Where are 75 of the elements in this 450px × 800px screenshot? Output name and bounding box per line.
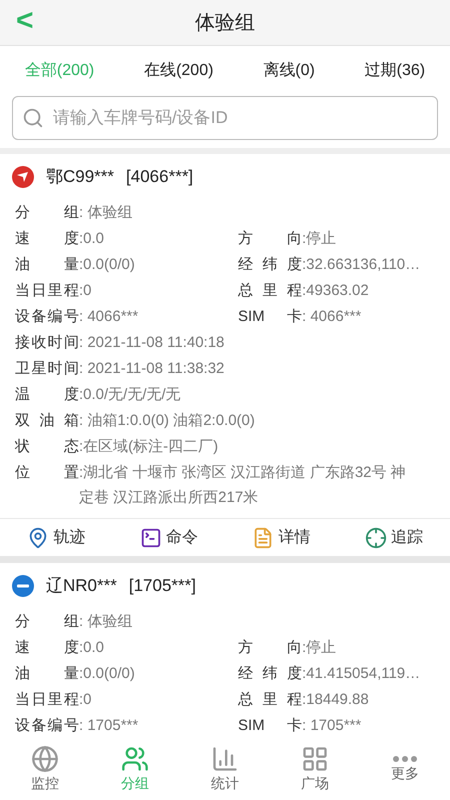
field-label: 总里程 — [238, 281, 302, 301]
field-value: : 油箱1:0.0(0) 油箱2:0.0(0) — [79, 411, 255, 431]
nav-tab[interactable]: 监控 — [15, 744, 75, 794]
field-label: 总里程 — [238, 690, 302, 710]
field-label: 方向 — [238, 638, 302, 658]
field-value: :0.0 — [79, 638, 104, 658]
nav-tab[interactable]: 广场 — [285, 744, 345, 794]
field-value: :0 — [79, 281, 92, 301]
field-value: :0 — [79, 690, 92, 710]
bar-chart-icon — [211, 744, 239, 772]
field-value: :18449.88 — [302, 690, 369, 710]
field-value: : 1705*** — [79, 716, 138, 736]
field-label: 卫星时间 — [15, 359, 79, 379]
field-label: 方向 — [238, 229, 302, 249]
page-title: 体验组 — [195, 10, 255, 36]
field-label: 位置 — [15, 463, 79, 483]
field-label: 当日里程 — [15, 281, 79, 301]
field-label: 设备编号 — [15, 307, 79, 327]
field-value: :停止 — [302, 229, 336, 249]
field-value: :0.0(0/0) — [79, 255, 135, 275]
group-icon — [121, 744, 149, 772]
search-icon — [22, 107, 44, 129]
vehicle-plate: 鄂C99*** — [46, 166, 114, 188]
nav-tab[interactable]: 更多 — [375, 754, 435, 784]
field-label: 温度 — [15, 385, 79, 405]
vehicle-plate: 辽NR0*** — [46, 575, 117, 598]
action-button[interactable]: 命令 — [140, 526, 198, 550]
field-value: :32.663136,110… — [302, 255, 420, 275]
field-label: SIM卡 — [238, 716, 302, 736]
field-label: 状态 — [15, 437, 79, 457]
field-value: :在区域(标注-四二厂) — [79, 437, 218, 457]
field-value: : 体验组 — [79, 203, 132, 223]
action-button[interactable]: 轨迹 — [27, 526, 86, 550]
field-label: 油量 — [15, 255, 79, 275]
field-value: :停止 — [302, 638, 336, 658]
action-button[interactable]: 追踪 — [364, 526, 423, 550]
nav-tab[interactable]: 统计 — [195, 744, 255, 794]
field-label: 分组 — [15, 612, 79, 632]
field-label: 经纬度 — [238, 664, 302, 684]
field-label: 当日里程 — [15, 690, 79, 710]
field-value: :湖北省 十堰市 张湾区 汉江路街道 广东路32号 神定巷 汉江路派出所西217米 — [79, 463, 407, 508]
field-value: : 4066*** — [79, 307, 138, 327]
field-label: SIM卡 — [238, 307, 302, 327]
field-label: 速度 — [15, 638, 79, 658]
field-label: 双油箱 — [15, 411, 79, 431]
field-label: 分组 — [15, 203, 79, 223]
field-value: : 体验组 — [79, 612, 132, 632]
field-value: : 2021-11-08 11:40:18 — [79, 333, 224, 353]
globe-icon — [31, 744, 59, 772]
device-id: [4066***] — [126, 166, 194, 188]
terminal-icon — [140, 526, 162, 548]
more-icon — [392, 754, 418, 762]
target-icon — [364, 526, 387, 548]
field-label: 接收时间 — [15, 333, 79, 353]
field-label: 经纬度 — [238, 255, 302, 275]
field-label: 设备编号 — [15, 716, 79, 736]
device-id: [1705***] — [128, 575, 196, 598]
field-label: 速度 — [15, 229, 79, 249]
field-value: :0.0(0/0) — [79, 664, 135, 684]
filter-tab[interactable]: 在线(200) — [144, 59, 214, 83]
field-value: :0.0 — [79, 229, 104, 249]
field-value: :0.0/无/无/无/无 — [79, 385, 181, 405]
filter-tab[interactable]: 离线(0) — [263, 59, 315, 83]
direction-icon — [12, 166, 34, 188]
field-value: : 1705*** — [302, 716, 362, 736]
action-button[interactable]: 详情 — [252, 526, 310, 550]
field-value: :41.415054,119… — [302, 664, 420, 684]
field-value: : 2021-11-08 11:38:32 — [79, 359, 224, 379]
grid-icon — [301, 744, 329, 772]
field-value: :49363.02 — [302, 281, 369, 301]
search-field[interactable]: 请输入车牌号码/设备ID — [12, 96, 438, 140]
field-label: 油量 — [15, 664, 79, 684]
filter-tab[interactable]: 过期(36) — [364, 59, 426, 83]
field-value: : 4066*** — [302, 307, 362, 327]
stopped-icon — [12, 575, 34, 597]
